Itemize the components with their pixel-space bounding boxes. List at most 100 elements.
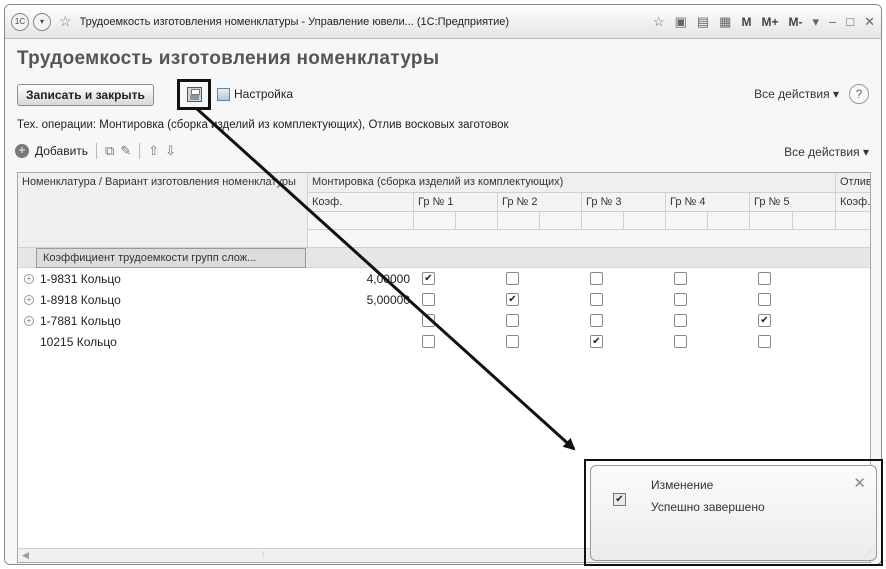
column-header-gr5[interactable]: Гр № 5 [750,193,836,212]
gr1-checkbox[interactable] [422,293,435,306]
move-up-icon[interactable]: ⇧ [148,143,159,159]
column-subheader [498,212,540,230]
gr3-checkbox[interactable]: ✔ [590,335,603,348]
column-subheader [793,212,836,230]
row-coef[interactable]: 5,00000 [308,293,410,307]
gr5-checkbox[interactable] [758,272,771,285]
notification-message: Успешно завершено [651,500,765,514]
column-subheader [582,212,624,230]
table-all-actions-menu[interactable]: Все действия ▾ [784,145,869,159]
notification-checkbox-icon: ✔ [613,493,626,506]
add-favorite-icon[interactable]: ☆ [653,14,665,30]
table-toolbar: + Добавить ⧉ ✎ ⇧ ⇩ [15,143,176,159]
toolbar-separator [139,143,141,159]
gr4-checkbox[interactable] [674,293,687,306]
all-actions-menu[interactable]: Все действия ▾ [754,87,839,101]
calculator-icon[interactable]: ▤ [697,14,709,30]
close-icon[interactable]: ✕ [853,474,866,492]
add-button[interactable]: Добавить [35,144,88,158]
scroll-left-icon[interactable]: ◀ [22,550,29,561]
minimize-icon[interactable]: – [829,14,836,29]
table-row[interactable]: +1-7881 Кольцо ✔ [18,311,870,332]
move-down-icon[interactable]: ⇩ [165,143,176,159]
gr4-checkbox[interactable] [674,335,687,348]
gr5-checkbox[interactable] [758,293,771,306]
favorite-star-icon[interactable]: ☆ [59,13,72,30]
title-bar: 1С ▾ ☆ Трудоемкость изготовления номенкл… [5,5,881,39]
column-header-coef[interactable]: Коэф. [308,193,414,212]
gr1-checkbox[interactable]: ✔ [422,272,435,285]
copy-icon[interactable]: ⧉ [105,143,114,159]
scroll-thumb-grip-icon[interactable]: ⁞ [262,550,265,560]
row-name: 1-7881 Кольцо [40,314,121,328]
column-subheader [308,212,414,230]
gr1-checkbox[interactable] [422,335,435,348]
gr2-checkbox[interactable] [506,272,519,285]
edit-pencil-icon[interactable]: ✎ [120,143,131,159]
save-button[interactable] [177,79,211,110]
app-logo-icon[interactable]: 1С [11,12,29,31]
memory-m-button[interactable]: M [741,15,751,29]
page-title: Трудоемкость изготовления номенклатуры [17,48,440,69]
notification-popup[interactable]: ✔ Изменение Успешно завершено ✕ ⋰ [590,465,877,561]
window-menu-icon[interactable]: ▾ [812,14,819,30]
menu-dropdown-icon[interactable]: ▾ [33,12,51,31]
column-header-nomenclature[interactable]: Номенклатура / Вариант изготовления номе… [18,173,308,248]
no-expand-spacer [24,337,34,347]
column-subheader [456,212,498,230]
column-subheader [708,212,750,230]
gr1-checkbox[interactable] [422,314,435,327]
gr2-checkbox[interactable]: ✔ [506,293,519,306]
gr3-checkbox[interactable] [590,314,603,327]
column-subheader [414,212,456,230]
gr2-checkbox[interactable] [506,335,519,348]
expand-icon[interactable]: + [24,295,34,305]
row-name: 1-9831 Кольцо [40,272,121,286]
floppy-disk-icon [186,87,202,102]
column-subheader [836,212,870,230]
gr3-checkbox[interactable] [590,272,603,285]
row-name-cell: 10215 Кольцо [24,335,117,349]
column-group-otliv: Отлив [836,173,870,193]
expand-icon[interactable]: + [24,274,34,284]
gr4-checkbox[interactable] [674,314,687,327]
group-row[interactable]: Коэффициент трудоемкости групп слож... [18,248,870,268]
table-row[interactable]: +1-9831 Кольцо 4,00000 ✔ [18,269,870,290]
column-header-gr4[interactable]: Гр № 4 [666,193,750,212]
gr5-checkbox[interactable]: ✔ [758,314,771,327]
column-header-coef2[interactable]: Коэф. [836,193,870,212]
gr2-checkbox[interactable] [506,314,519,327]
tech-operations-link[interactable]: Тех. операции: Монтировка (сборка издели… [17,119,509,131]
row-coef[interactable]: 4,00000 [308,272,410,286]
column-subheader [666,212,708,230]
gr4-checkbox[interactable] [674,272,687,285]
settings-label: Настройка [234,87,294,101]
memory-plus-button[interactable]: M+ [761,15,778,29]
help-icon[interactable]: ? [849,84,869,104]
column-header-gr2[interactable]: Гр № 2 [498,193,582,212]
column-header-gr3[interactable]: Гр № 3 [582,193,666,212]
column-header-gr1[interactable]: Гр № 1 [414,193,498,212]
expand-icon[interactable]: + [24,316,34,326]
gr5-checkbox[interactable] [758,335,771,348]
column-group-montirovka: Монтировка (сборка изделий из комплектую… [308,173,836,193]
notification-title: Изменение [651,478,714,492]
save-and-close-button[interactable]: Записать и закрыть [17,84,154,106]
maximize-icon[interactable]: □ [846,14,854,29]
resize-grip-icon[interactable]: ⋰ [864,549,872,558]
memory-minus-button[interactable]: M- [788,15,802,29]
column-subheader [540,212,582,230]
table-row[interactable]: +1-8918 Кольцо 5,00000 ✔ [18,290,870,311]
row-name-cell: +1-7881 Кольцо [24,314,121,328]
settings-button[interactable]: Настройка [217,87,293,101]
table-row[interactable]: 10215 Кольцо ✔ [18,332,870,353]
gr3-checkbox[interactable] [590,293,603,306]
history-icon[interactable]: ▣ [675,14,687,30]
settings-icon [217,87,230,101]
row-name: 1-8918 Кольцо [40,293,121,307]
close-icon[interactable]: ✕ [864,14,875,30]
add-icon[interactable]: + [15,144,29,158]
row-name-cell: +1-9831 Кольцо [24,272,121,286]
row-name-cell: +1-8918 Кольцо [24,293,121,307]
calendar-icon[interactable]: ▦ [719,14,731,30]
